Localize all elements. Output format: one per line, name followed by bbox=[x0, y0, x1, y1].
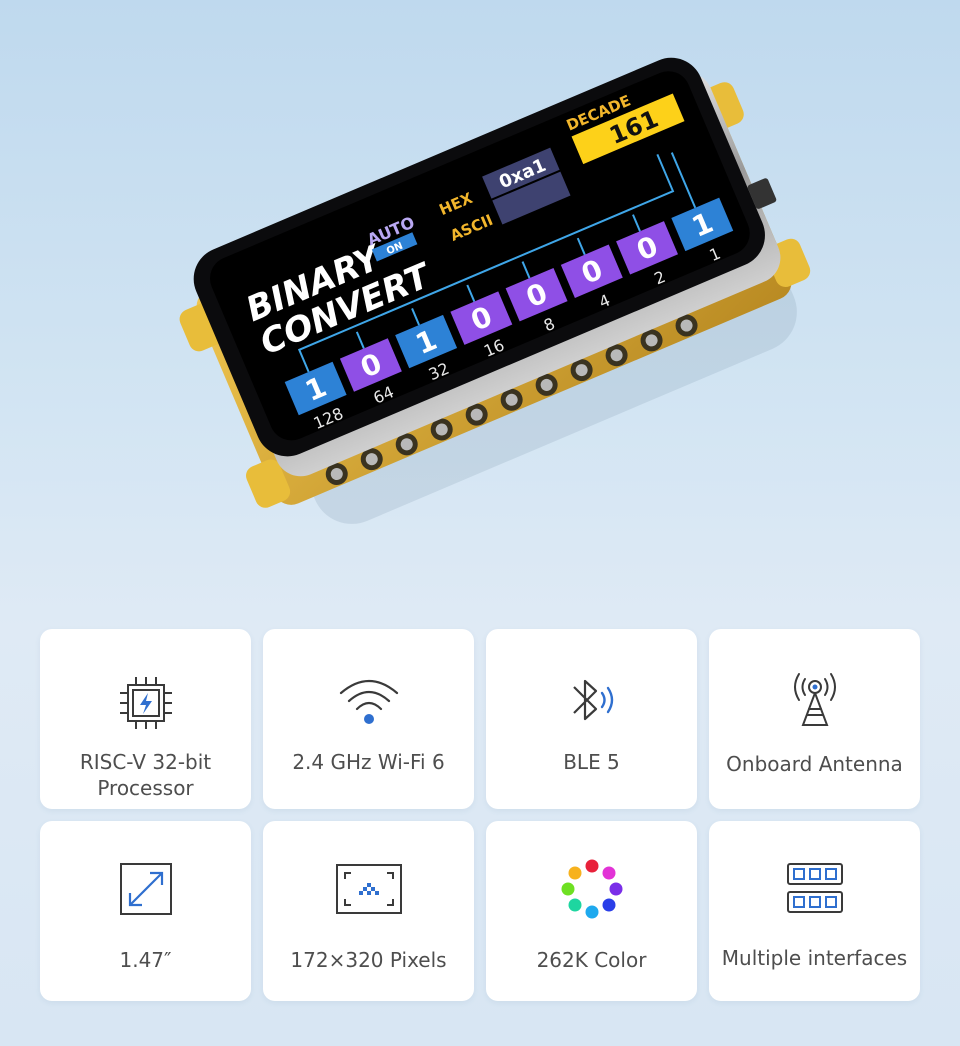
product-hero-image: BINARY CONVERT AUTO ON HEX ASCII 0xa1 DE… bbox=[179, 57, 811, 524]
feature-label-line2: Processor bbox=[97, 776, 194, 800]
feature-card-interfaces: Multiple interfaces bbox=[709, 821, 920, 1001]
bluetooth-icon bbox=[572, 679, 613, 721]
feature-label-line1: RISC-V 32-bit bbox=[79, 750, 212, 774]
feature-label: Multiple interfaces bbox=[721, 946, 908, 970]
resize-icon bbox=[119, 863, 172, 915]
antenna-icon bbox=[793, 673, 836, 726]
feature-label: 2.4 GHz Wi-Fi 6 bbox=[292, 750, 445, 774]
color-wheel-icon bbox=[561, 859, 622, 919]
feature-card-bluetooth: BLE 5 bbox=[486, 629, 697, 809]
feature-card-pixels: 172×320 Pixels bbox=[263, 821, 474, 1001]
feature-label: BLE 5 bbox=[563, 750, 620, 774]
feature-card-wifi: 2.4 GHz Wi-Fi 6 bbox=[263, 629, 474, 809]
feature-card-processor: RISC-V 32-bit Processor bbox=[40, 629, 251, 809]
feature-card-color: 262K Color bbox=[486, 821, 697, 1001]
pixels-icon bbox=[335, 864, 402, 914]
feature-label: 262K Color bbox=[536, 948, 647, 972]
processor-icon bbox=[119, 677, 172, 729]
interfaces-icon bbox=[786, 863, 843, 913]
wifi-icon bbox=[339, 680, 398, 724]
feature-card-size: 1.47″ bbox=[40, 821, 251, 1001]
feature-label: Onboard Antenna bbox=[726, 752, 903, 776]
feature-label: 1.47″ bbox=[119, 948, 172, 972]
feature-label: 172×320 Pixels bbox=[290, 948, 447, 972]
feature-card-antenna: Onboard Antenna bbox=[709, 629, 920, 809]
